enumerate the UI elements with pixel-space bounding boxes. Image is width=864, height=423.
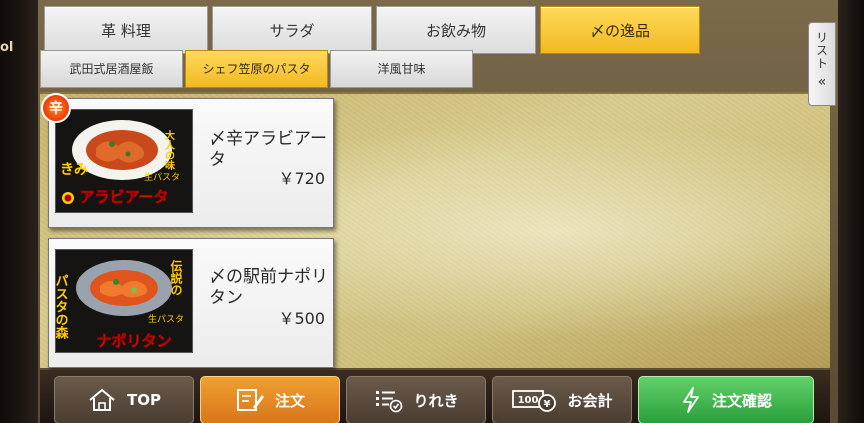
spicy-badge-label: 辛 — [49, 101, 63, 117]
arrabbiata-image: アラビアータ きみ 大人の味 生パスタ — [56, 110, 192, 212]
lightning-icon — [683, 387, 699, 413]
menu-content: アラビアータ きみ 大人の味 生パスタ 辛 〆辛アラビアータ ￥720 ナポリタ… — [40, 22, 836, 368]
list-toggle-label: リスト — [814, 31, 829, 70]
photo-caption-left: きみ — [60, 162, 88, 178]
pencil-note-icon — [236, 389, 264, 411]
checkout-button-label: お会計 — [567, 391, 613, 410]
screen: 革 料理 サラダ お飲み物 〆の逸品 武田式居酒屋飯 シェフ笠原のパスタ 洋風甘… — [38, 0, 838, 423]
spicy-badge: 辛 — [41, 93, 71, 123]
tab-salad[interactable]: サラダ — [212, 6, 372, 54]
photo-caption-tag: 生パスタ — [144, 171, 180, 183]
item-price: ￥720 — [278, 169, 325, 188]
home-icon — [89, 388, 115, 411]
bezel-text: ol — [0, 40, 14, 55]
arrabbiata-photo: アラビアータ きみ 大人の味 生パスタ — [55, 109, 193, 213]
cash-icon: 100 ¥ — [512, 390, 557, 412]
menu-item-card[interactable]: アラビアータ きみ 大人の味 生パスタ 辛 〆辛アラビアータ ￥720 — [41, 93, 334, 228]
subtab-dessert[interactable]: 洋風甘味 — [330, 50, 473, 88]
menu-item-card[interactable]: ナポリタン パスタの森 伝説の 生パスタ 〆の駅前ナポリタン ￥500 — [48, 238, 334, 368]
cash-icon-text: 100 — [518, 395, 539, 406]
napolitan-photo: ナポリタン パスタの森 伝説の 生パスタ — [55, 249, 193, 353]
tab-shime[interactable]: 〆の逸品 — [540, 6, 700, 54]
left-bezel: ol — [0, 0, 38, 423]
bottom-nav: TOP 注文 りれき 100 ¥ お会計 注文確認 — [40, 370, 830, 423]
top-button[interactable]: TOP — [54, 376, 194, 423]
confirm-order-button[interactable]: 注文確認 — [638, 376, 814, 423]
svg-text:¥: ¥ — [544, 399, 551, 410]
photo-caption-tag: 生パスタ — [148, 313, 184, 325]
subtab-pasta[interactable]: シェフ笠原のパスタ — [185, 50, 328, 88]
list-toggle-button[interactable]: リスト « — [808, 22, 836, 106]
history-button[interactable]: りれき — [346, 376, 486, 423]
photo-caption-side: 大人の味 — [163, 129, 175, 171]
photo-caption-main: ナポリタン — [96, 332, 171, 350]
order-button[interactable]: 注文 — [200, 376, 340, 423]
chevron-left-double-icon: « — [817, 74, 827, 90]
tab-drinks[interactable]: お飲み物 — [376, 6, 536, 54]
photo-caption-side: 伝説の — [169, 259, 183, 296]
item-price: ￥500 — [278, 309, 325, 328]
photo-caption-left: パスタの森 — [56, 274, 68, 340]
right-bezel — [838, 0, 864, 423]
history-button-label: りれき — [413, 391, 459, 410]
sub-tabs: 武田式居酒屋飯 シェフ笠原のパスタ 洋風甘味 — [40, 50, 473, 88]
tab-category-1[interactable]: 革 料理 — [44, 6, 208, 54]
subtab-izakaya[interactable]: 武田式居酒屋飯 — [40, 50, 183, 88]
item-name: 〆の駅前ナポリタン — [209, 267, 328, 308]
order-button-label: 注文 — [274, 391, 305, 410]
category-tabs: 革 料理 サラダ お飲み物 〆の逸品 — [44, 6, 700, 56]
top-button-label: TOP — [127, 391, 161, 409]
history-list-icon — [376, 391, 403, 413]
confirm-order-button-label: 注文確認 — [711, 391, 772, 410]
napolitan-image: ナポリタン パスタの森 伝説の 生パスタ — [56, 250, 192, 352]
photo-caption-main: アラビアータ — [79, 188, 168, 206]
checkout-button[interactable]: 100 ¥ お会計 — [492, 376, 632, 423]
